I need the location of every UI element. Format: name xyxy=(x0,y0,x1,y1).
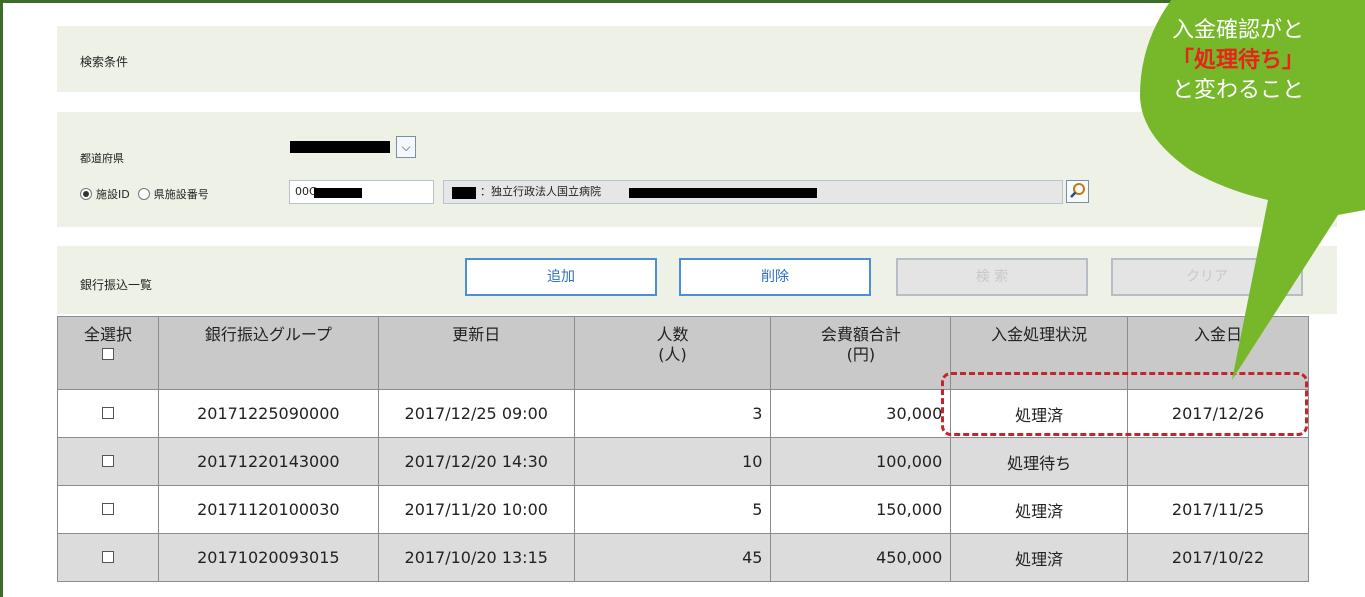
prefecture-redacted-value xyxy=(290,141,390,153)
cell-updated: 2017/12/20 14:30 xyxy=(377,437,575,486)
row-checkbox[interactable] xyxy=(101,455,114,467)
row-checkbox-cell[interactable] xyxy=(57,437,159,486)
row-checkbox[interactable] xyxy=(101,407,114,419)
header-fee-label: 会費額合計 xyxy=(820,325,901,344)
facility-code-redaction xyxy=(452,187,476,199)
delete-button[interactable]: 削除 xyxy=(679,258,871,296)
cell-group: 20171120100030 xyxy=(157,485,379,534)
table-row[interactable]: 20171120100030 2017/11/20 10:00 5 150,00… xyxy=(57,485,1309,534)
id-type-radio-group: 施設ID 県施設番号 xyxy=(80,186,209,202)
cell-people: 5 xyxy=(573,485,772,534)
cell-people: 10 xyxy=(573,437,772,486)
row-checkbox-cell[interactable] xyxy=(57,485,159,534)
header-updated: 更新日 xyxy=(377,316,575,390)
cell-status: 処理待ち xyxy=(950,437,1129,486)
cell-paid-date: 2017/10/22 xyxy=(1127,533,1309,582)
header-select-all[interactable]: 全選択 xyxy=(57,316,159,390)
clear-button[interactable]: クリア xyxy=(1111,258,1303,296)
callout-line-1: 入金確認がと xyxy=(1172,18,1305,43)
row-checkbox[interactable] xyxy=(101,551,114,563)
cell-paid-date xyxy=(1127,437,1309,486)
header-fee-total: 会費額合計 (円) xyxy=(770,316,952,390)
cell-group: 20171225090000 xyxy=(157,389,379,438)
cell-people: 45 xyxy=(573,533,772,582)
cell-updated: 2017/10/20 13:15 xyxy=(377,533,575,582)
header-people-label: 人数 xyxy=(656,325,689,344)
bank-transfer-list-title: 銀行振込一覧 xyxy=(80,278,153,292)
table-row[interactable]: 20171220143000 2017/12/20 14:30 10 100,0… xyxy=(57,437,1309,486)
radio-facility-id[interactable] xyxy=(80,188,92,200)
header-select-all-label: 全選択 xyxy=(83,325,132,344)
facility-name-field: ：独立行政法人国立病院 xyxy=(443,180,1063,204)
header-group: 銀行振込グループ xyxy=(157,316,379,390)
cell-fee: 150,000 xyxy=(770,485,952,534)
cell-updated: 2017/12/25 09:00 xyxy=(377,389,575,438)
cell-status: 処理済 xyxy=(950,485,1129,534)
cell-paid-date: 2017/11/25 xyxy=(1127,485,1309,534)
cell-updated: 2017/11/20 10:00 xyxy=(377,485,575,534)
search-conditions-title: 検索条件 xyxy=(80,55,129,69)
prefecture-select[interactable]: ⌵ xyxy=(290,136,416,158)
cell-people: 3 xyxy=(573,389,772,438)
header-fee-unit: (円) xyxy=(846,345,876,364)
header-people-unit: (人) xyxy=(658,345,687,364)
radio-pref-number-label: 県施設番号 xyxy=(153,188,209,201)
row-checkbox-cell[interactable] xyxy=(57,389,159,438)
callout-line-2: 「処理待ち」 xyxy=(1172,48,1305,73)
search-button[interactable]: 検 索 xyxy=(896,258,1088,296)
cell-fee: 100,000 xyxy=(770,437,952,486)
cell-group: 20171220143000 xyxy=(157,437,379,486)
callout-line-3: と変わること xyxy=(1172,78,1305,103)
radio-pref-number[interactable] xyxy=(137,188,150,200)
header-people: 人数 (人) xyxy=(573,316,772,390)
bank-transfer-table: 全選択 銀行振込グループ 更新日 人数 (人) 会費額合計 (円) 入金処理状況… xyxy=(57,316,1309,582)
cell-fee: 30,000 xyxy=(770,389,952,438)
prefecture-label: 都道府県 xyxy=(80,152,124,165)
select-all-checkbox[interactable] xyxy=(101,348,114,360)
cell-fee: 450,000 xyxy=(770,533,952,582)
facility-name-redaction xyxy=(629,188,817,198)
magnifier-icon xyxy=(1070,183,1085,198)
callout-text: 入金確認がと 「処理待ち」 と変わること xyxy=(1172,16,1365,106)
search-header-panel xyxy=(57,26,1337,92)
add-button[interactable]: 追加 xyxy=(465,258,657,296)
facility-id-redaction xyxy=(314,188,362,198)
chevron-down-icon[interactable]: ⌵ xyxy=(396,136,416,158)
facility-id-input[interactable]: 00C xyxy=(289,180,434,204)
row-checkbox-cell[interactable] xyxy=(57,533,159,582)
row-checkbox[interactable] xyxy=(101,503,114,515)
table-row[interactable]: 20171020093015 2017/10/20 13:15 45 450,0… xyxy=(57,533,1309,582)
radio-facility-id-label: 施設ID xyxy=(96,188,130,201)
facility-search-button[interactable] xyxy=(1066,180,1089,203)
cell-status: 処理済 xyxy=(950,533,1129,582)
status-highlight-box xyxy=(941,372,1308,436)
search-fields-panel xyxy=(57,112,1337,227)
cell-group: 20171020093015 xyxy=(157,533,379,582)
facility-name-text: ：独立行政法人国立病院 xyxy=(480,185,601,198)
